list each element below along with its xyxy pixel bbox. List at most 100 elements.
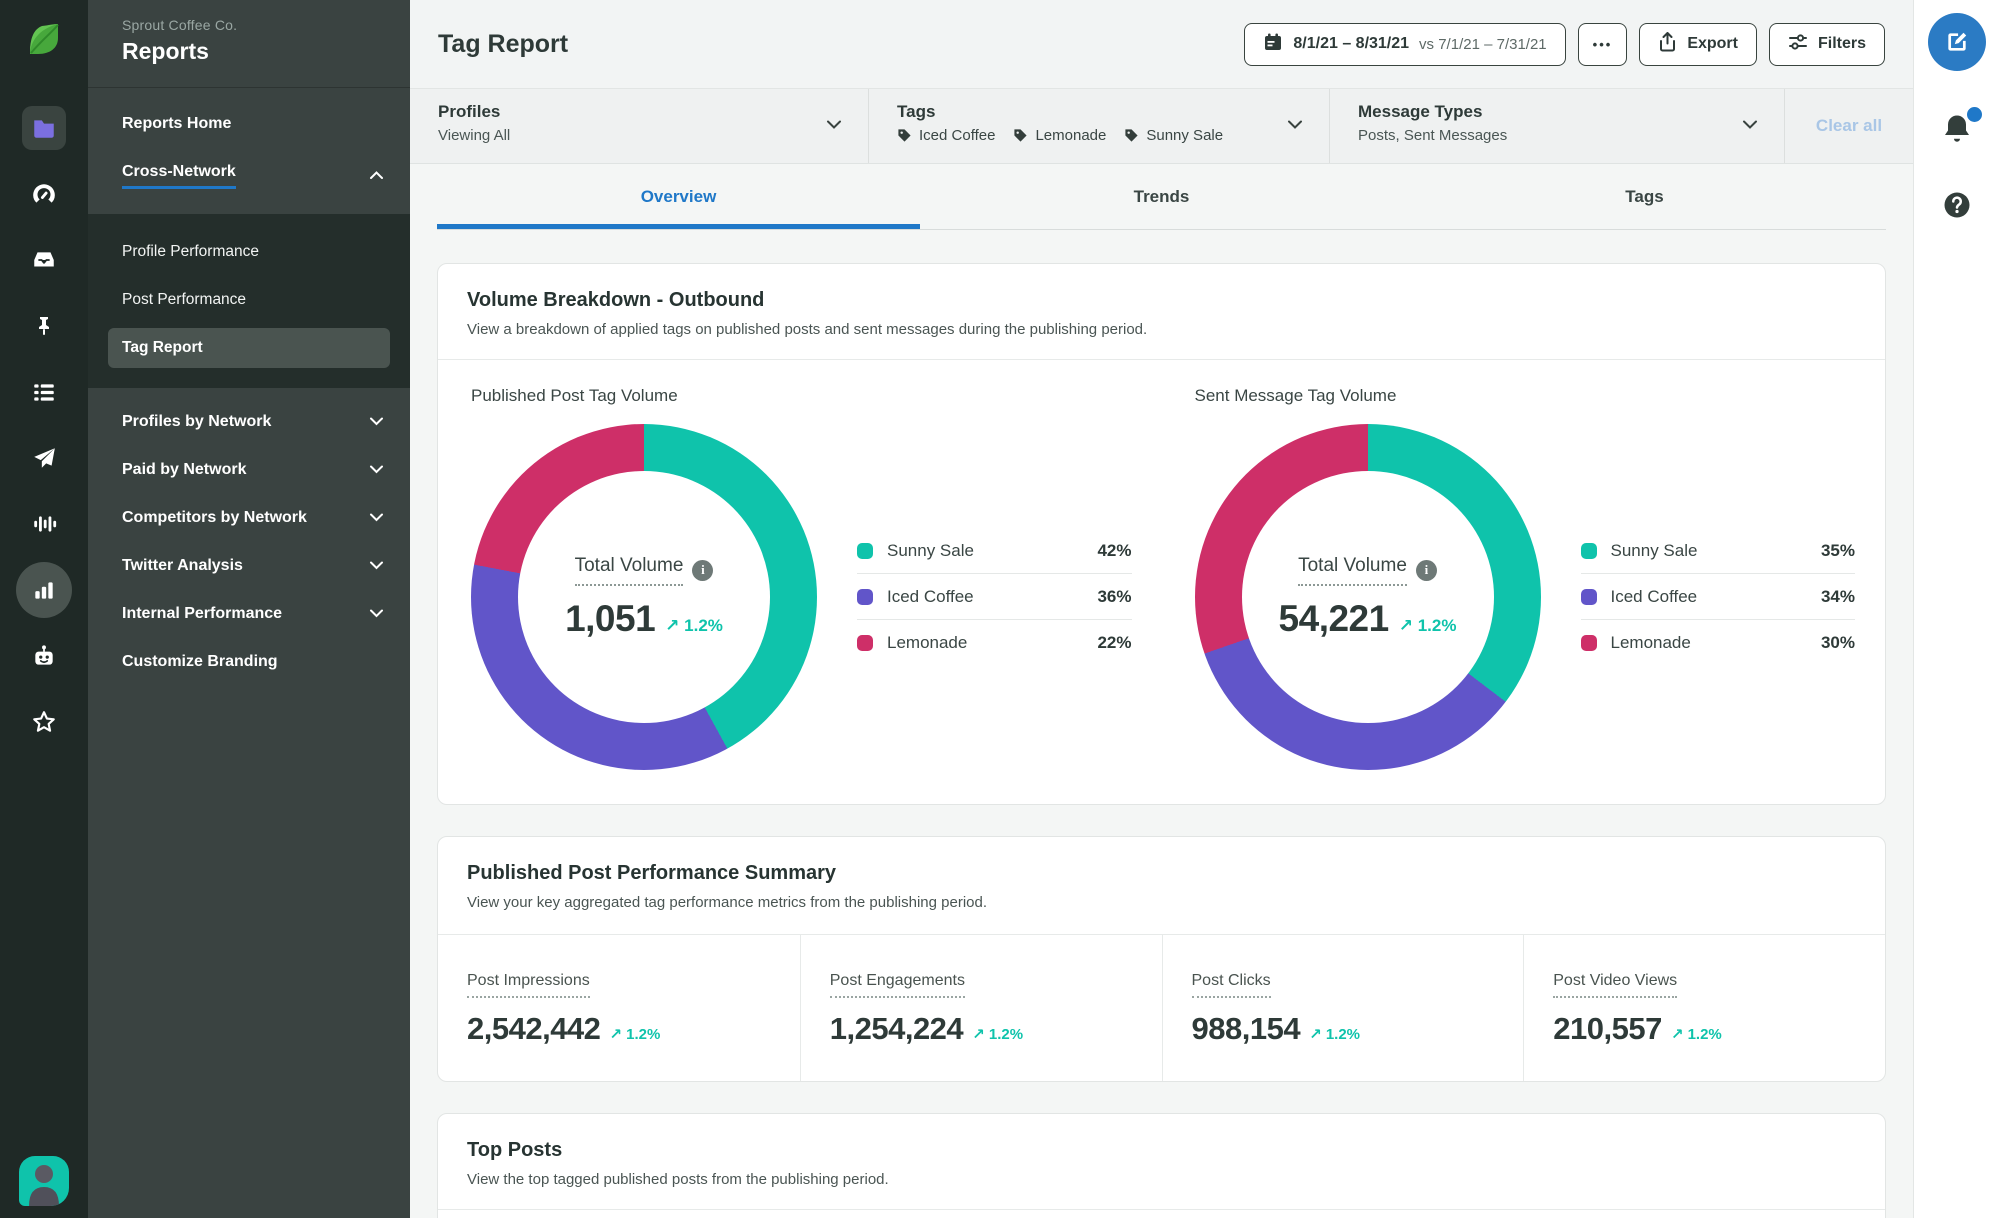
date-range-button[interactable]: 8/1/21 – 8/31/21 vs 7/1/21 – 7/31/21 [1244, 23, 1565, 66]
more-options-button[interactable]: ••• [1578, 23, 1628, 66]
tab-overview[interactable]: Overview [437, 164, 920, 229]
pin-icon[interactable] [22, 304, 66, 348]
sidebar-item-paid-by-network[interactable]: Paid by Network [88, 446, 410, 494]
info-icon[interactable]: i [692, 560, 713, 581]
sidebar-item-label: Cross-Network [122, 163, 236, 189]
volume-breakdown-card: Volume Breakdown - Outbound View a break… [437, 263, 1886, 805]
filters-button[interactable]: Filters [1769, 23, 1885, 66]
tab-tags[interactable]: Tags [1403, 164, 1886, 229]
sprout-logo-icon[interactable] [22, 16, 66, 60]
export-label: Export [1687, 35, 1738, 53]
sidebar-item-tag-report[interactable]: Tag Report [108, 328, 390, 368]
sidebar-sections: Profiles by Network Paid by Network Comp… [88, 398, 410, 686]
legend-label: Sunny Sale [887, 541, 974, 561]
total-volume-value: 54,221 [1279, 598, 1389, 640]
star-icon[interactable] [22, 700, 66, 744]
compose-button[interactable] [1928, 13, 1986, 71]
chevron-down-icon [369, 605, 384, 623]
analytics-chart-icon[interactable] [16, 562, 72, 618]
cross-network-submenu: Profile Performance Post Performance Tag… [88, 214, 410, 388]
user-avatar[interactable] [19, 1156, 69, 1206]
donut-chart-published-posts[interactable]: Total Volume i 1,051 ↗ 1.2% [471, 424, 817, 770]
sidebar-item-profiles-by-network[interactable]: Profiles by Network [88, 398, 410, 446]
delta-badge: ↗ 1.2% [1399, 616, 1457, 636]
sidebar-header: Sprout Coffee Co. Reports [88, 0, 410, 88]
legend-label: Lemonade [1611, 633, 1691, 653]
chart-legend: Sunny Sale 42% Iced Coffee 36% [857, 528, 1132, 666]
sidebar-item-customize-branding[interactable]: Customize Branding [88, 638, 410, 686]
donut-chart-sent-messages[interactable]: Total Volume i 54,221 ↗ 1.2% [1195, 424, 1541, 770]
sidebar-item-post-performance[interactable]: Post Performance [88, 276, 410, 324]
metric-value: 1,254,224 [830, 1011, 963, 1047]
trend-up-arrow-icon: ↗ [609, 1026, 622, 1043]
total-volume-value: 1,051 [565, 598, 655, 640]
delta-badge: ↗ 1.2% [1309, 1025, 1360, 1043]
legend-swatch [1581, 589, 1597, 605]
sidebar-item-cross-network[interactable]: Cross-Network [88, 148, 410, 204]
chart-subtitle: Published Post Tag Volume [471, 386, 1132, 406]
legend-label: Lemonade [887, 633, 967, 653]
dashboard-gauge-icon[interactable] [22, 172, 66, 216]
delta-badge: ↗ 1.2% [665, 616, 723, 636]
sidebar-item-reports-home[interactable]: Reports Home [88, 100, 410, 148]
profiles-filter[interactable]: Profiles Viewing All [410, 89, 869, 163]
legend-label: Iced Coffee [1611, 587, 1698, 607]
export-button[interactable]: Export [1639, 23, 1757, 66]
help-button[interactable] [1942, 190, 1972, 225]
sidebar-title: Reports [122, 38, 384, 65]
tag-chip-label: Sunny Sale [1146, 127, 1223, 144]
legend-swatch [857, 635, 873, 651]
question-mark-icon [1942, 190, 1972, 220]
sidebar-item-label: Tag Report [122, 339, 203, 356]
notifications-button[interactable] [1939, 111, 1975, 152]
trend-up-arrow-icon: ↗ [665, 616, 679, 635]
legend-swatch [857, 543, 873, 559]
chevron-down-icon [1742, 117, 1758, 135]
publish-plane-icon[interactable] [22, 436, 66, 480]
inbox-icon[interactable] [22, 238, 66, 282]
report-tabs: Overview Trends Tags [437, 164, 1886, 230]
clear-all-button[interactable]: Clear all [1785, 89, 1913, 163]
legend-value: 35% [1821, 541, 1855, 561]
page-title: Tag Report [438, 30, 568, 59]
content-list-icon[interactable] [22, 370, 66, 414]
ellipsis-icon: ••• [1593, 37, 1613, 52]
account-name: Sprout Coffee Co. [122, 17, 384, 33]
chevron-down-icon [1287, 117, 1303, 135]
notification-dot [1967, 107, 1982, 122]
metric-label[interactable]: Post Video Views [1553, 972, 1677, 998]
legend-row: Sunny Sale 35% [1581, 528, 1856, 574]
top-posts-title: Top Posts [467, 1139, 1856, 1162]
tags-filter[interactable]: Tags Iced Coffee Lemonade Sunny Sale [869, 89, 1330, 163]
delta-badge: ↗ 1.2% [1671, 1025, 1722, 1043]
reports-folder-icon[interactable] [22, 106, 66, 150]
summary-card-title: Published Post Performance Summary [467, 862, 1856, 885]
sidebar-item-competitors-by-network[interactable]: Competitors by Network [88, 494, 410, 542]
sidebar-item-label: Internal Performance [122, 605, 282, 622]
total-volume-label[interactable]: Total Volume [575, 555, 684, 586]
sidebar-item-profile-performance[interactable]: Profile Performance [88, 228, 410, 276]
profiles-filter-value: Viewing All [438, 127, 814, 144]
metric-label[interactable]: Post Impressions [467, 972, 590, 998]
volume-card-description: View a breakdown of applied tags on publ… [467, 321, 1856, 338]
info-icon[interactable]: i [1416, 560, 1437, 581]
legend-row: Sunny Sale 42% [857, 528, 1132, 574]
sidebar-item-label: Paid by Network [122, 461, 246, 478]
tab-trends[interactable]: Trends [920, 164, 1403, 229]
trend-up-arrow-icon: ↗ [1399, 616, 1413, 635]
sidebar-item-label: Post Performance [122, 291, 246, 308]
listening-waveform-icon[interactable] [22, 502, 66, 546]
trend-up-arrow-icon: ↗ [972, 1026, 985, 1043]
metric-label[interactable]: Post Clicks [1192, 972, 1271, 998]
filters-sliders-icon [1788, 32, 1808, 57]
sidebar-item-internal-performance[interactable]: Internal Performance [88, 590, 410, 638]
export-icon [1658, 32, 1677, 57]
bot-icon[interactable] [22, 634, 66, 678]
calendar-icon [1263, 32, 1283, 57]
tag-icon [1013, 128, 1028, 143]
metric-label[interactable]: Post Engagements [830, 972, 965, 998]
total-volume-label[interactable]: Total Volume [1298, 555, 1407, 586]
sidebar-item-label: Reports Home [122, 115, 231, 132]
message-types-filter[interactable]: Message Types Posts, Sent Messages [1330, 89, 1785, 163]
sidebar-item-twitter-analysis[interactable]: Twitter Analysis [88, 542, 410, 590]
